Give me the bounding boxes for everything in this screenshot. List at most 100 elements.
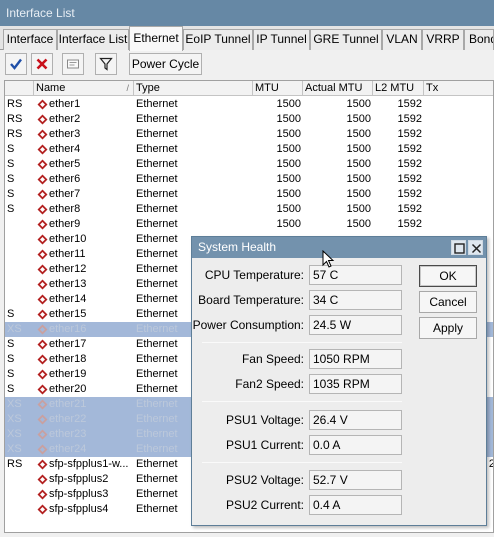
tab-vrrp[interactable]: VRRP (422, 29, 464, 50)
tab-bar: Interface Interface List Ethernet EoIP T… (0, 26, 494, 51)
table-row[interactable]: Sether7 Ethernet 1500 1500 1592 (5, 187, 493, 202)
comment-icon (67, 59, 79, 69)
row-name: ether4 (49, 143, 81, 155)
ok-button[interactable]: OK (419, 265, 477, 287)
interface-icon (37, 157, 49, 172)
col-header-actual-mtu[interactable]: Actual MTU (303, 81, 373, 96)
close-icon (471, 243, 482, 254)
row-flag: S (7, 203, 15, 215)
psu2-voltage-value: 52.7 V (309, 470, 402, 490)
mouse-cursor-icon (322, 250, 335, 268)
row-name: sfp-sfpplus2 (49, 473, 109, 485)
row-name: ether12 (49, 263, 87, 275)
row-name: ether3 (49, 128, 81, 140)
row-flag: S (7, 143, 15, 155)
interface-icon (37, 307, 49, 322)
interface-icon (37, 172, 49, 187)
col-header-flags[interactable] (5, 81, 34, 96)
row-name: ether7 (49, 188, 81, 200)
tab-bonding[interactable]: Bonding (464, 29, 494, 50)
col-header-type[interactable]: Type (134, 81, 253, 96)
comment-button[interactable] (62, 53, 84, 75)
col-header-tx[interactable]: Tx (424, 81, 493, 96)
tab-gre-tunnel[interactable]: GRE Tunnel (310, 29, 382, 50)
row-tx (426, 97, 493, 112)
separator (202, 401, 402, 402)
row-type: Ethernet (136, 203, 178, 215)
cpu-temperature-label: CPU Temperature: (204, 268, 304, 282)
col-header-l2-mtu[interactable]: L2 MTU (373, 81, 424, 96)
tab-ethernet[interactable]: Ethernet (129, 26, 183, 51)
table-row[interactable]: RS ether2 Ethernet 1500 1500 1592 (5, 112, 493, 127)
row-tx (426, 217, 493, 232)
close-button[interactable] (468, 240, 483, 255)
separator (202, 462, 402, 463)
row-l2-mtu: 1592 (397, 158, 422, 170)
row-name: ether11 (49, 248, 86, 260)
table-row[interactable]: RS ether3 Ethernet 1500 1500 1592 (5, 127, 493, 142)
row-flag (7, 217, 35, 232)
maximize-button[interactable] (451, 240, 466, 255)
row-tx (426, 157, 493, 172)
row-l2-mtu: 1592 (397, 113, 422, 125)
cancel-button[interactable]: Cancel (419, 291, 477, 313)
tab-interface-list[interactable]: Interface List (57, 29, 129, 50)
enable-button[interactable] (5, 53, 27, 75)
system-health-dialog: System Health CPU Temperature: 57 C Boar… (191, 236, 487, 526)
tab-eoip-tunnel[interactable]: EoIP Tunnel (183, 29, 253, 50)
row-actual-mtu: 1500 (346, 158, 371, 170)
interface-icon (37, 322, 49, 337)
table-row[interactable]: RS ether1 Ethernet 1500 1500 1592 (5, 97, 493, 112)
row-flag (7, 487, 35, 502)
interface-icon (37, 97, 49, 112)
row-tx (426, 172, 493, 187)
table-row[interactable]: Sether4 Ethernet 1500 1500 1592 (5, 142, 493, 157)
psu1-current-value: 0.0 A (309, 435, 402, 455)
row-mtu: 1500 (276, 98, 301, 110)
apply-button[interactable]: Apply (419, 317, 477, 339)
tab-vlan[interactable]: VLAN (382, 29, 422, 50)
row-mtu: 1500 (276, 173, 301, 185)
tab-interface[interactable]: Interface (3, 29, 57, 50)
row-flag: S (7, 353, 15, 365)
board-temperature-label: Board Temperature: (198, 293, 304, 307)
power-consumption-label: Power Consumption: (192, 318, 304, 332)
row-type: Ethernet (136, 113, 178, 125)
col-header-name[interactable]: Name / (34, 81, 134, 96)
row-actual-mtu: 1500 (346, 113, 371, 125)
table-row[interactable]: Sether8 Ethernet 1500 1500 1592 (5, 202, 493, 217)
row-type: Ethernet (136, 98, 178, 110)
row-tx (426, 202, 493, 217)
row-actual-mtu: 1500 (346, 188, 371, 200)
table-row[interactable]: Sether5 Ethernet 1500 1500 1592 (5, 157, 493, 172)
row-actual-mtu: 1500 (346, 203, 371, 215)
row-mtu: 1500 (276, 188, 301, 200)
power-cycle-button[interactable]: Power Cycle (129, 53, 202, 75)
row-tx (426, 187, 493, 202)
row-flag: S (7, 308, 15, 320)
row-flag: RS (7, 458, 23, 470)
dialog-titlebar[interactable]: System Health (192, 237, 486, 258)
check-icon (10, 58, 22, 70)
row-name: ether10 (49, 233, 87, 245)
row-l2-mtu: 1592 (397, 143, 422, 155)
row-name: ether9 (49, 218, 81, 230)
row-name: sfp-sfpplus1-w... (49, 458, 129, 470)
tab-ip-tunnel[interactable]: IP Tunnel (253, 29, 310, 50)
board-temperature-value: 34 C (309, 290, 402, 310)
row-name: ether19 (49, 368, 87, 380)
row-name: sfp-sfpplus3 (49, 488, 109, 500)
disable-button[interactable] (31, 53, 53, 75)
row-type: Ethernet (136, 143, 178, 155)
table-row[interactable]: ether9 Ethernet 1500 1500 1592 (5, 217, 493, 232)
filter-button[interactable] (95, 53, 117, 75)
maximize-icon (454, 243, 465, 254)
toolbar: Power Cycle (0, 50, 494, 80)
table-row[interactable]: Sether6 Ethernet 1500 1500 1592 (5, 172, 493, 187)
row-flag (7, 247, 35, 262)
dialog-title: System Health (198, 240, 277, 254)
row-flag: S (7, 158, 15, 170)
interface-icon (37, 202, 49, 217)
row-actual-mtu: 1500 (346, 218, 371, 230)
col-header-mtu[interactable]: MTU (253, 81, 303, 96)
